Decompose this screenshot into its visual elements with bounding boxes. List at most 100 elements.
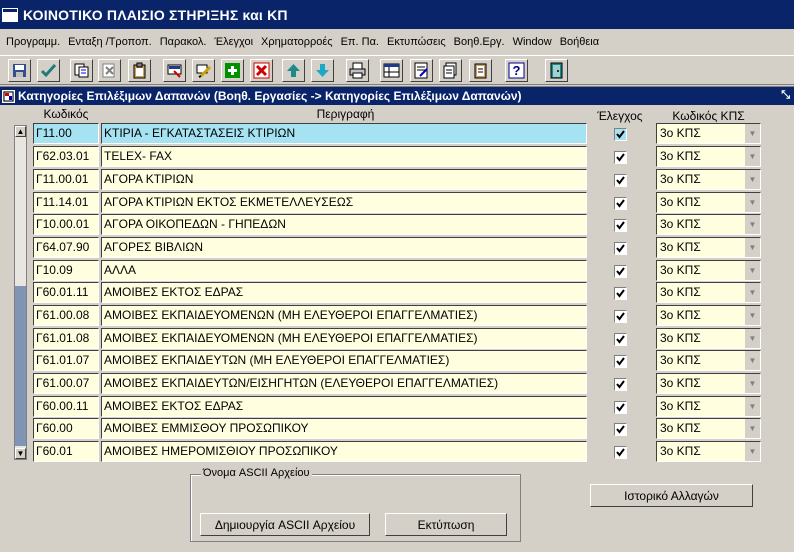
code-field[interactable]: Γ61.01.07 <box>33 350 99 371</box>
description-field[interactable]: ΑΓΟΡΑ ΟΙΚΟΠΕΔΩΝ - ΓΗΠΕΔΩΝ <box>101 214 587 235</box>
check-checkbox[interactable] <box>614 401 627 414</box>
description-field[interactable]: ΑΓΟΡΑ ΚΤΙΡΙΩΝ <box>101 169 587 190</box>
description-field[interactable]: ΑΜΟΙΒΕΣ ΕΚΠΑΙΔΕΥΤΩΝ/ΕΙΣΗΓΗΤΩΝ (ΕΛΕΥΘΕΡΟΙ… <box>101 373 587 394</box>
delete-record-button[interactable] <box>250 59 273 82</box>
kps-select[interactable]: 3ο ΚΠΣ ▼ <box>656 396 761 417</box>
kps-select[interactable]: 3ο ΚΠΣ ▼ <box>656 418 761 439</box>
check-checkbox[interactable] <box>614 446 627 459</box>
dropdown-arrow-icon[interactable]: ▼ <box>745 442 760 461</box>
check-checkbox[interactable] <box>614 197 627 210</box>
menu-ep-pa[interactable]: Επ. Πα. <box>337 36 383 48</box>
dropdown-arrow-icon[interactable]: ▼ <box>745 397 760 416</box>
check-checkbox[interactable] <box>614 219 627 232</box>
list-values-button[interactable] <box>380 59 403 82</box>
kps-select[interactable]: 3ο ΚΠΣ ▼ <box>656 373 761 394</box>
description-field[interactable]: ΚΤΙΡΙΑ - ΕΓΚΑΤΑΣΤΑΣΕΙΣ ΚΤΙΡΙΩΝ <box>101 123 587 144</box>
description-field[interactable]: ΑΜΟΙΒΕΣ ΕΚΠΑΙΔΕΥΟΜΕΝΩΝ (ΜΗ ΕΛΕΥΘΕΡΟΙ ΕΠΑ… <box>101 328 587 349</box>
restore-icon[interactable]: ⤡ <box>781 89 790 102</box>
add-record-button[interactable] <box>221 59 244 82</box>
description-field[interactable]: ΑΜΟΙΒΕΣ ΕΚΤΟΣ ΕΔΡΑΣ <box>101 282 587 303</box>
dropdown-arrow-icon[interactable]: ▼ <box>745 170 760 189</box>
description-field[interactable]: ΑΛΛΑ <box>101 260 587 281</box>
clear-record-button[interactable] <box>98 59 121 82</box>
code-field[interactable]: Γ62.03.01 <box>33 146 99 167</box>
print-button-bottom[interactable]: Εκτύπωση <box>385 513 507 536</box>
dropdown-arrow-icon[interactable]: ▼ <box>745 374 760 393</box>
description-field[interactable]: TELEX- FAX <box>101 146 587 167</box>
dropdown-arrow-icon[interactable]: ▼ <box>745 215 760 234</box>
accept-button[interactable] <box>37 59 60 82</box>
dropdown-arrow-icon[interactable]: ▼ <box>745 238 760 257</box>
code-field[interactable]: Γ11.00.01 <box>33 169 99 190</box>
code-field[interactable]: Γ11.14.01 <box>33 192 99 213</box>
code-field[interactable]: Γ60.01.11 <box>33 282 99 303</box>
description-field[interactable]: ΑΜΟΙΒΕΣ ΗΜΕΡΟΜΙΣΘΙΟΥ ΠΡΟΣΩΠΙΚΟΥ <box>101 441 587 462</box>
kps-select[interactable]: 3ο ΚΠΣ ▼ <box>656 305 761 326</box>
kps-select[interactable]: 3ο ΚΠΣ ▼ <box>656 123 761 144</box>
description-field[interactable]: ΑΓΟΡΕΣ ΒΙΒΛΙΩΝ <box>101 237 587 258</box>
change-history-button[interactable]: Ιστορικό Αλλαγών <box>590 484 753 507</box>
menu-aux-tasks[interactable]: Βοηθ.Εργ. <box>450 36 509 48</box>
check-checkbox[interactable] <box>614 174 627 187</box>
code-field[interactable]: Γ61.01.08 <box>33 328 99 349</box>
description-field[interactable]: ΑΜΟΙΒΕΣ ΕΚΠΑΙΔΕΥΟΜΕΝΩΝ (ΜΗ ΕΛΕΥΘΕΡΟΙ ΕΠΑ… <box>101 305 587 326</box>
check-checkbox[interactable] <box>614 423 627 436</box>
dropdown-arrow-icon[interactable]: ▼ <box>745 261 760 280</box>
description-field[interactable]: ΑΜΟΙΒΕΣ ΕΚΤΟΣ ΕΔΡΑΣ <box>101 396 587 417</box>
menu-window[interactable]: Window <box>509 36 556 48</box>
kps-select[interactable]: 3ο ΚΠΣ ▼ <box>656 214 761 235</box>
document-button[interactable] <box>439 59 462 82</box>
copy-record-button[interactable] <box>70 59 93 82</box>
report-button[interactable] <box>469 59 492 82</box>
dropdown-arrow-icon[interactable]: ▼ <box>745 283 760 302</box>
code-field[interactable]: Γ10.00.01 <box>33 214 99 235</box>
check-checkbox[interactable] <box>614 128 627 141</box>
kps-select[interactable]: 3ο ΚΠΣ ▼ <box>656 146 761 167</box>
menu-help[interactable]: Βοήθεια <box>556 36 603 48</box>
check-checkbox[interactable] <box>614 378 627 391</box>
menu-prints[interactable]: Εκτυπώσεις <box>383 36 450 48</box>
code-field[interactable]: Γ64.07.90 <box>33 237 99 258</box>
print-button[interactable] <box>346 59 369 82</box>
create-ascii-file-button[interactable]: Δημιουργία ASCII Αρχείου <box>200 513 370 536</box>
exit-button[interactable] <box>545 59 568 82</box>
check-checkbox[interactable] <box>614 287 627 300</box>
description-field[interactable]: ΑΜΟΙΒΕΣ ΕΜΜΙΣΘΟΥ ΠΡΟΣΩΠΙΚΟΥ <box>101 418 587 439</box>
check-checkbox[interactable] <box>614 151 627 164</box>
check-checkbox[interactable] <box>614 333 627 346</box>
description-field[interactable]: ΑΜΟΙΒΕΣ ΕΚΠΑΙΔΕΥΤΩΝ (ΜΗ ΕΛΕΥΘΕΡΟΙ ΕΠΑΓΓΕ… <box>101 350 587 371</box>
query-button[interactable] <box>163 59 186 82</box>
edit-text-button[interactable] <box>410 59 433 82</box>
menu-inclusion[interactable]: Ενταξη /Τροποπ. <box>64 36 156 48</box>
dropdown-arrow-icon[interactable]: ▼ <box>745 193 760 212</box>
previous-record-button[interactable] <box>282 59 305 82</box>
menu-checks[interactable]: Έλεγχοι <box>210 36 257 48</box>
check-checkbox[interactable] <box>614 310 627 323</box>
help-button[interactable]: ? <box>505 59 528 82</box>
window-icon[interactable] <box>2 7 18 22</box>
check-checkbox[interactable] <box>614 355 627 368</box>
code-field[interactable]: Γ61.00.07 <box>33 373 99 394</box>
kps-select[interactable]: 3ο ΚΠΣ ▼ <box>656 192 761 213</box>
check-checkbox[interactable] <box>614 242 627 255</box>
menu-cashflows[interactable]: Χρηματορροές <box>257 36 337 48</box>
code-field[interactable]: Γ11.00 <box>33 123 99 144</box>
next-record-button[interactable] <box>311 59 334 82</box>
menu-monitoring[interactable]: Παρακολ. <box>156 36 211 48</box>
kps-select[interactable]: 3ο ΚΠΣ ▼ <box>656 282 761 303</box>
kps-select[interactable]: 3ο ΚΠΣ ▼ <box>656 169 761 190</box>
paste-button[interactable] <box>128 59 151 82</box>
execute-query-button[interactable] <box>192 59 215 82</box>
kps-select[interactable]: 3ο ΚΠΣ ▼ <box>656 260 761 281</box>
save-button[interactable] <box>8 59 31 82</box>
kps-select[interactable]: 3ο ΚΠΣ ▼ <box>656 237 761 258</box>
dropdown-arrow-icon[interactable]: ▼ <box>745 419 760 438</box>
kps-select[interactable]: 3ο ΚΠΣ ▼ <box>656 441 761 462</box>
code-field[interactable]: Γ60.00 <box>33 418 99 439</box>
dropdown-arrow-icon[interactable]: ▼ <box>745 147 760 166</box>
check-checkbox[interactable] <box>614 265 627 278</box>
code-field[interactable]: Γ60.01 <box>33 441 99 462</box>
kps-select[interactable]: 3ο ΚΠΣ ▼ <box>656 328 761 349</box>
code-field[interactable]: Γ10.09 <box>33 260 99 281</box>
dropdown-arrow-icon[interactable]: ▼ <box>745 351 760 370</box>
